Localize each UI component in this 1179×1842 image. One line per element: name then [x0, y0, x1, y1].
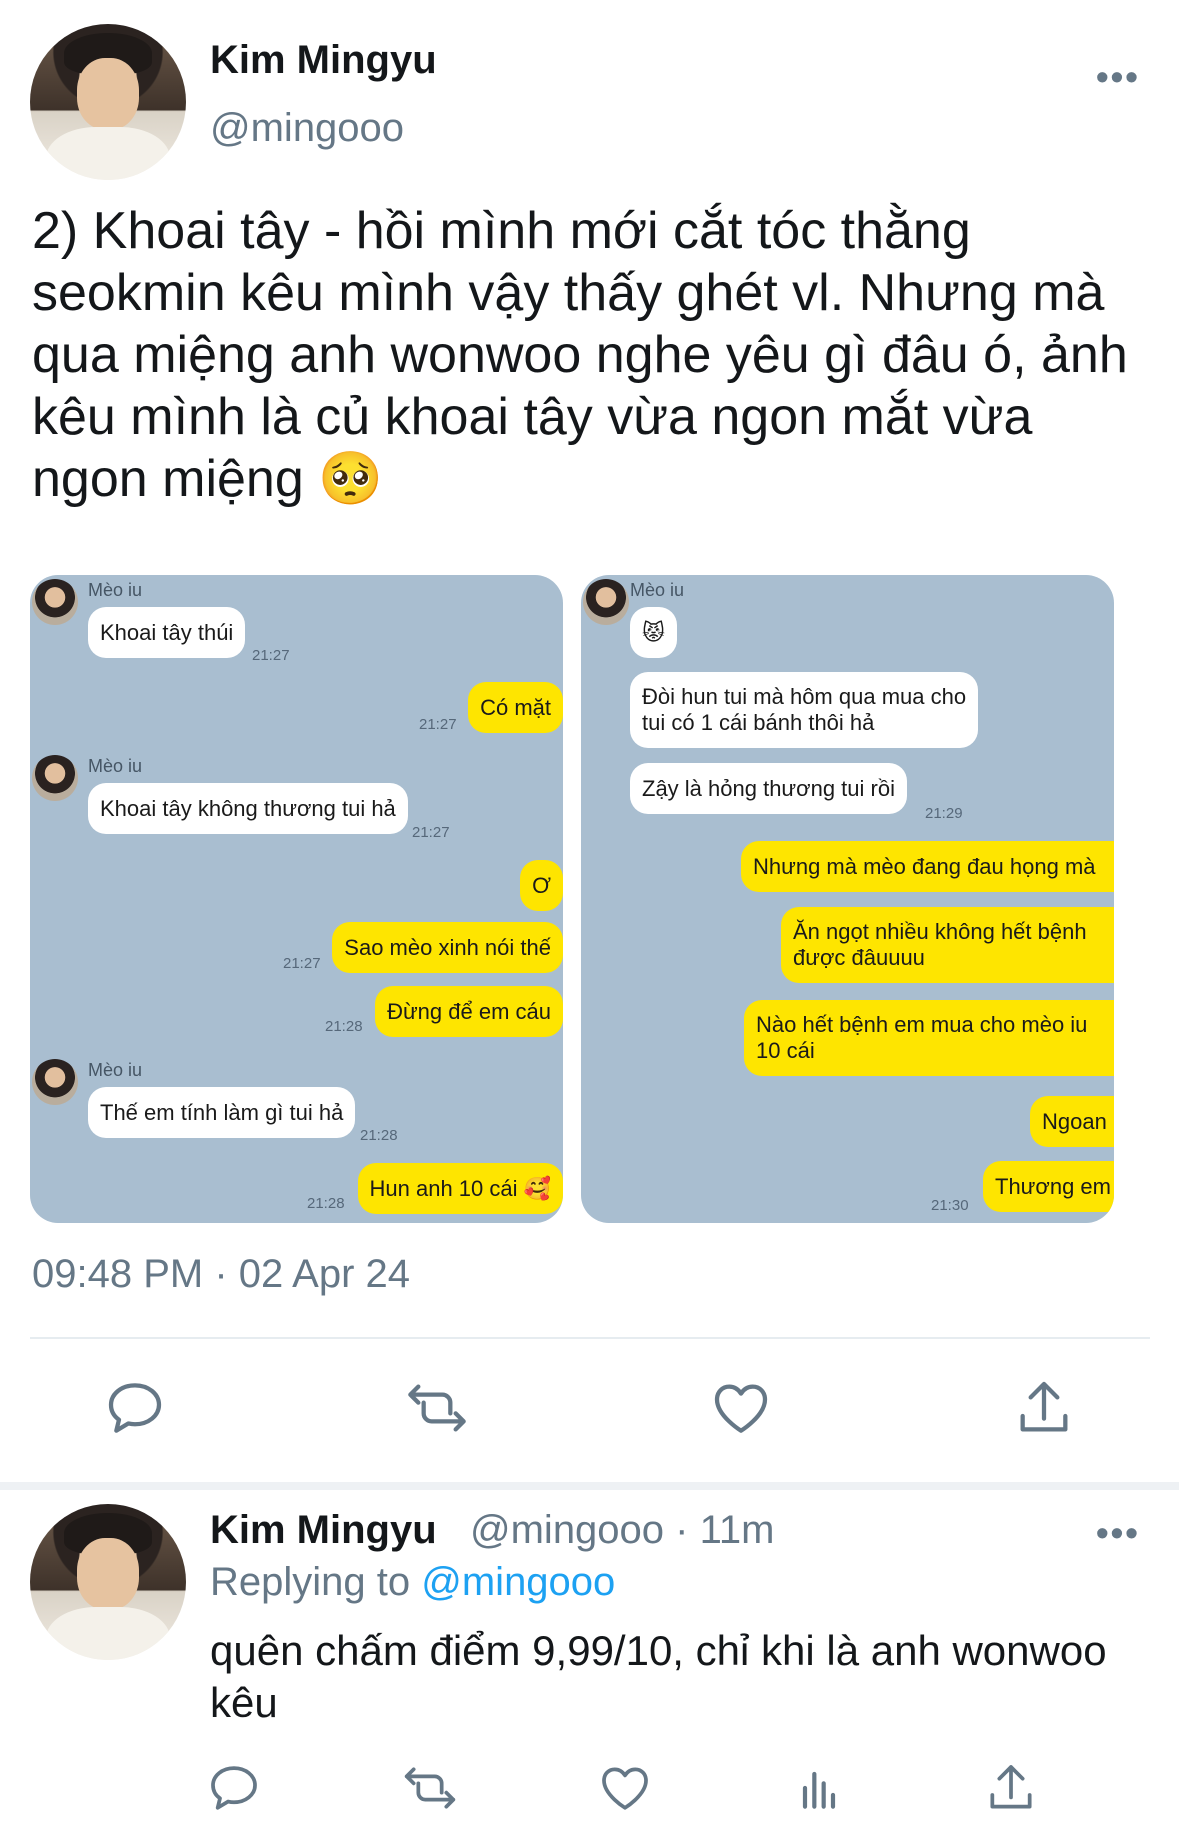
author-name[interactable]: Kim Mingyu: [210, 38, 437, 83]
author-handle[interactable]: @mingooo: [210, 106, 404, 151]
reply-author-name[interactable]: Kim Mingyu: [210, 1508, 437, 1553]
chat-bubble: Ngoan: [1030, 1096, 1114, 1147]
tweet-timestamp[interactable]: 09:48 PM · 02 Apr 24: [32, 1252, 410, 1297]
sender-name: Mèo iu: [88, 756, 143, 776]
share-icon[interactable]: [1012, 1376, 1076, 1440]
chat-time: 21:28: [325, 1018, 363, 1035]
avatar-shirt: [45, 1606, 171, 1660]
chat-bubble: 😾: [630, 607, 677, 658]
reply-author-avatar[interactable]: [30, 1504, 186, 1660]
chat-bubble: Khoai tây thúi: [88, 607, 246, 658]
chat-bubble: Zậy là hỏng thương tui rồi: [630, 763, 907, 814]
reply-icon[interactable]: [206, 1760, 262, 1816]
chat-bubble: Hun anh 10 cái 🥰: [357, 1163, 563, 1214]
analytics-icon[interactable]: [791, 1760, 847, 1816]
chat-bubble: Sao mèo xinh nói thế: [332, 922, 563, 973]
like-icon[interactable]: [597, 1760, 653, 1816]
retweet-icon[interactable]: [402, 1760, 458, 1816]
chat-bubble: Có mặt: [468, 682, 563, 733]
replying-to: Replying to @mingooo: [210, 1560, 615, 1605]
chat-screenshot-right[interactable]: Mèo iu 😾 Đòi hun tui mà hôm qua mua cho …: [581, 575, 1114, 1223]
reply-more-options-icon[interactable]: •••: [1096, 1512, 1140, 1554]
chat-bubble: Nhưng mà mèo đang đau họng mà: [741, 841, 1114, 892]
retweet-icon[interactable]: [405, 1376, 469, 1440]
avatar-shirt: [45, 126, 171, 180]
chat-time: 21:29: [925, 805, 963, 822]
chat-bubble: Đừng để em cáu: [375, 986, 563, 1037]
avatar-face: [76, 1538, 140, 1611]
sender-name: Mèo iu: [88, 1060, 143, 1080]
chat-bubble: Ăn ngọt nhiều không hết bệnh được đâuuuu: [781, 907, 1114, 983]
chat-screenshot-left[interactable]: Mèo iu Khoai tây thúi 21:27 Có mặt 21:27…: [30, 575, 563, 1223]
chat-time: 21:27: [283, 955, 321, 972]
chat-bubble: Thương em: [983, 1161, 1114, 1212]
section-gap: [0, 1482, 1179, 1490]
replying-prefix: Replying to: [210, 1560, 411, 1604]
tweet-text: 2) Khoai tây - hồi mình mới cắt tóc thằn…: [32, 202, 1128, 508]
sender-name: Mèo iu: [88, 580, 143, 600]
sender-name: Mèo iu: [630, 580, 685, 600]
sender-avatar: [32, 1059, 78, 1105]
chat-bubble: Thế em tính làm gì tui hả: [88, 1087, 356, 1138]
reply-text: quên chấm điểm 9,99/10, chỉ khi là anh w…: [210, 1627, 1107, 1726]
chat-time: 21:30: [931, 1197, 969, 1214]
sender-avatar: [32, 755, 78, 801]
sender-avatar: [583, 579, 629, 625]
chat-bubble: Nào hết bệnh em mua cho mèo iu 10 cái: [744, 1000, 1114, 1076]
author-avatar[interactable]: [30, 24, 186, 180]
like-icon[interactable]: [709, 1376, 773, 1440]
chat-bubble: Đòi hun tui mà hôm qua mua cho tui có 1 …: [630, 672, 979, 748]
chat-time: 21:27: [252, 647, 290, 664]
divider: [30, 1337, 1150, 1339]
sender-avatar: [32, 579, 78, 625]
chat-time: 21:27: [419, 716, 457, 733]
chat-time: 21:28: [360, 1127, 398, 1144]
chat-bubble: Khoai tây không thương tui hả: [88, 783, 408, 834]
chat-bubble: Ơ: [520, 860, 563, 911]
reply-meta[interactable]: @mingooo · 11m: [470, 1508, 774, 1553]
more-options-icon[interactable]: •••: [1096, 56, 1140, 98]
avatar-face: [76, 58, 140, 131]
share-icon[interactable]: [983, 1760, 1039, 1816]
replying-to-link[interactable]: @mingooo: [421, 1560, 615, 1604]
reply-icon[interactable]: [103, 1376, 167, 1440]
chat-time: 21:28: [307, 1195, 345, 1212]
chat-time: 21:27: [412, 824, 450, 841]
